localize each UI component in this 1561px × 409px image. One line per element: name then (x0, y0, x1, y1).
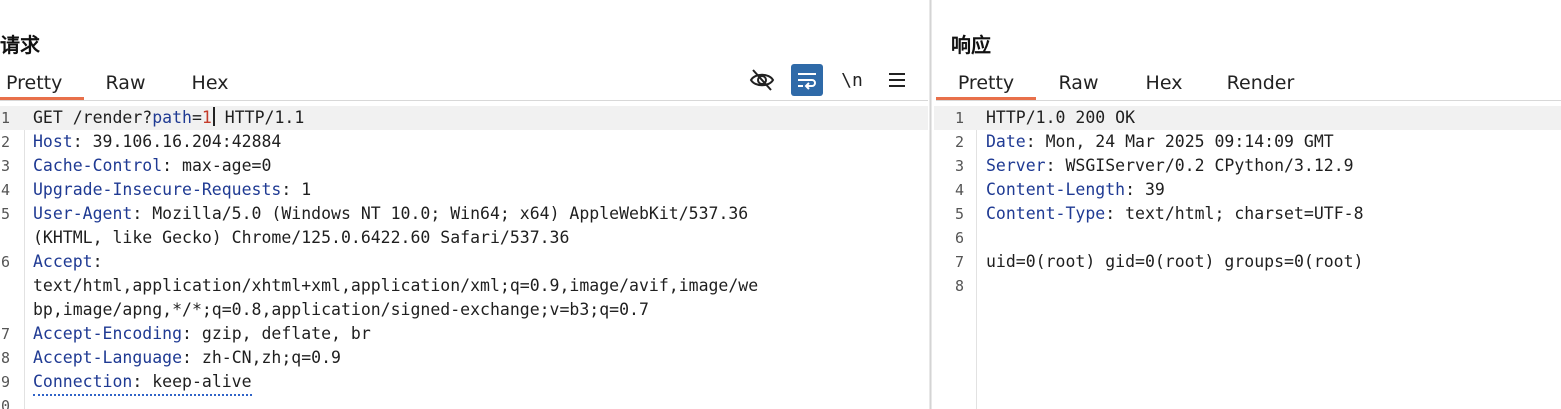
code-line-3: 3 Server: WSGIServer/0.2 CPython/3.12.9 (934, 154, 1561, 178)
request-tabs: Pretty Raw Hex (0, 70, 253, 100)
response-editor[interactable]: 1 HTTP/1.0 200 OK 2 Date: Mon, 24 Mar 20… (934, 106, 1561, 409)
line-number: 8 (1, 349, 11, 367)
code-line-6-wrap2: bp,image/apng,*/*;q=0.8,application/sign… (0, 298, 928, 322)
show-newlines-icon[interactable]: \n (836, 64, 868, 96)
code-line-3: 3 Cache-Control: max-age=0 (0, 154, 928, 178)
response-title: 响应 (951, 33, 991, 57)
line-number: 9 (1, 373, 11, 391)
code-line-7: 7 Accept-Encoding: gzip, deflate, br (0, 322, 928, 346)
header-value: 1 (291, 180, 312, 199)
header-value-continuation: bp,image/apng,*/*;q=0.8,application/sign… (33, 300, 649, 319)
tab-render[interactable]: Render (1207, 70, 1314, 100)
query-param-equals: = (191, 108, 202, 127)
header-value-continuation: (KHTML, like Gecko) Chrome/125.0.6422.60… (33, 228, 570, 247)
line-number: 3 (955, 157, 965, 175)
line-number: 1 (955, 109, 965, 127)
line-number: 2 (1, 133, 11, 151)
header-value: Mon, 24 Mar 2025 09:14:09 GMT (1035, 132, 1334, 151)
code-line-6-wrap: text/html,application/xhtml+xml,applicat… (0, 274, 928, 298)
line-number: 6 (1, 253, 11, 271)
line-number: 5 (955, 205, 965, 223)
line-number: 0 (1, 397, 11, 409)
code-line-4: 4 Upgrade-Insecure-Requests: 1 (0, 178, 928, 202)
query-param-value: 1 (201, 108, 212, 127)
header-value: Mozilla/5.0 (Windows NT 10.0; Win64; x64… (142, 204, 749, 223)
eye-off-icon[interactable] (746, 64, 778, 96)
line-number: 5 (1, 205, 11, 223)
code-line-6: 6 (934, 226, 1561, 250)
code-line-5: 5 User-Agent: Mozilla/5.0 (Windows NT 10… (0, 202, 928, 226)
header-key: Host (33, 132, 73, 151)
line-number: 4 (955, 181, 965, 199)
header-value: 39 (1135, 180, 1165, 199)
request-editor[interactable]: 1 GET /render?path=1 HTTP/1.1 2 Host: 39… (0, 106, 928, 409)
tab-pretty[interactable]: Pretty (0, 70, 84, 100)
tab-pretty[interactable]: Pretty (936, 70, 1036, 100)
newline-toggle-label: \n (841, 69, 863, 91)
header-value: 39.106.16.204:42884 (82, 132, 282, 151)
header-key: User-Agent (33, 204, 133, 223)
menu-icon[interactable] (881, 64, 913, 96)
code-line-1: 1 HTTP/1.0 200 OK (934, 106, 1561, 130)
http-version: HTTP/1.1 (214, 108, 305, 127)
header-key: Connection (33, 372, 133, 391)
code-line-9: 9 Connection: keep-alive (0, 370, 928, 396)
header-key: Cache-Control (33, 156, 163, 175)
code-line-4: 4 Content-Length: 39 (934, 178, 1561, 202)
header-key: Accept (33, 252, 93, 271)
line-number: 7 (1, 325, 11, 343)
header-value: text/html; charset=UTF-8 (1115, 204, 1364, 223)
line-number: 6 (955, 229, 965, 247)
request-line-method-path: GET /render? (33, 108, 153, 127)
response-pane: 响应 Pretty Raw Hex Render 1 HTTP/1.0 200 … (934, 0, 1561, 409)
code-line-7: 7 uid=0(root) gid=0(root) groups=0(root) (934, 250, 1561, 274)
response-tabs: Pretty Raw Hex Render (936, 70, 1314, 100)
code-line-8: 8 Accept-Language: zh-CN,zh;q=0.9 (0, 346, 928, 370)
header-key: Date (986, 132, 1026, 151)
header-value: keep-alive (142, 372, 252, 391)
line-number: 2 (955, 133, 965, 151)
tab-raw[interactable]: Raw (1036, 70, 1121, 100)
tab-hex[interactable]: Hex (167, 70, 253, 100)
header-value: max-age=0 (172, 156, 272, 175)
code-line-5-wrap: (KHTML, like Gecko) Chrome/125.0.6422.60… (0, 226, 928, 250)
query-param-key: path (152, 108, 192, 127)
code-line-5: 5 Content-Type: text/html; charset=UTF-8 (934, 202, 1561, 226)
header-value: zh-CN,zh;q=0.9 (191, 348, 341, 367)
line-number: 7 (955, 253, 965, 271)
header-value: gzip, deflate, br (191, 324, 371, 343)
status-line: HTTP/1.0 200 OK (986, 108, 1136, 127)
request-toolbar: \n (746, 64, 926, 96)
header-key: Upgrade-Insecure-Requests (33, 180, 282, 199)
request-title: 请求 (0, 33, 40, 57)
code-line-6: 6 Accept: (0, 250, 928, 274)
wrap-lines-icon[interactable] (791, 64, 823, 96)
tab-hex[interactable]: Hex (1121, 70, 1207, 100)
code-line-8: 8 (934, 274, 1561, 298)
header-key: Accept-Language (33, 348, 183, 367)
code-line-2: 2 Host: 39.106.16.204:42884 (0, 130, 928, 154)
line-number: 4 (1, 181, 11, 199)
line-number: 3 (1, 157, 11, 175)
code-line-2: 2 Date: Mon, 24 Mar 2025 09:14:09 GMT (934, 130, 1561, 154)
line-number: 8 (955, 277, 965, 295)
header-key: Content-Type (986, 204, 1106, 223)
request-pane: 请求 Pretty Raw Hex \n 1 GET /render?path=… (0, 0, 928, 409)
tab-underline (936, 100, 1561, 101)
body-line: uid=0(root) gid=0(root) groups=0(root) (986, 252, 1364, 271)
code-line-1: 1 GET /render?path=1 HTTP/1.1 (0, 106, 928, 130)
tab-underline (0, 100, 928, 101)
header-value: WSGIServer/0.2 CPython/3.12.9 (1055, 156, 1354, 175)
header-key: Accept-Encoding (33, 324, 183, 343)
header-key: Server (986, 156, 1046, 175)
pane-splitter[interactable] (929, 0, 932, 409)
tab-raw[interactable]: Raw (84, 70, 167, 100)
line-number: 1 (1, 109, 11, 127)
header-value-continuation: text/html,application/xhtml+xml,applicat… (33, 276, 759, 295)
header-key: Content-Length (986, 180, 1126, 199)
code-line-10: 0 (0, 394, 928, 409)
